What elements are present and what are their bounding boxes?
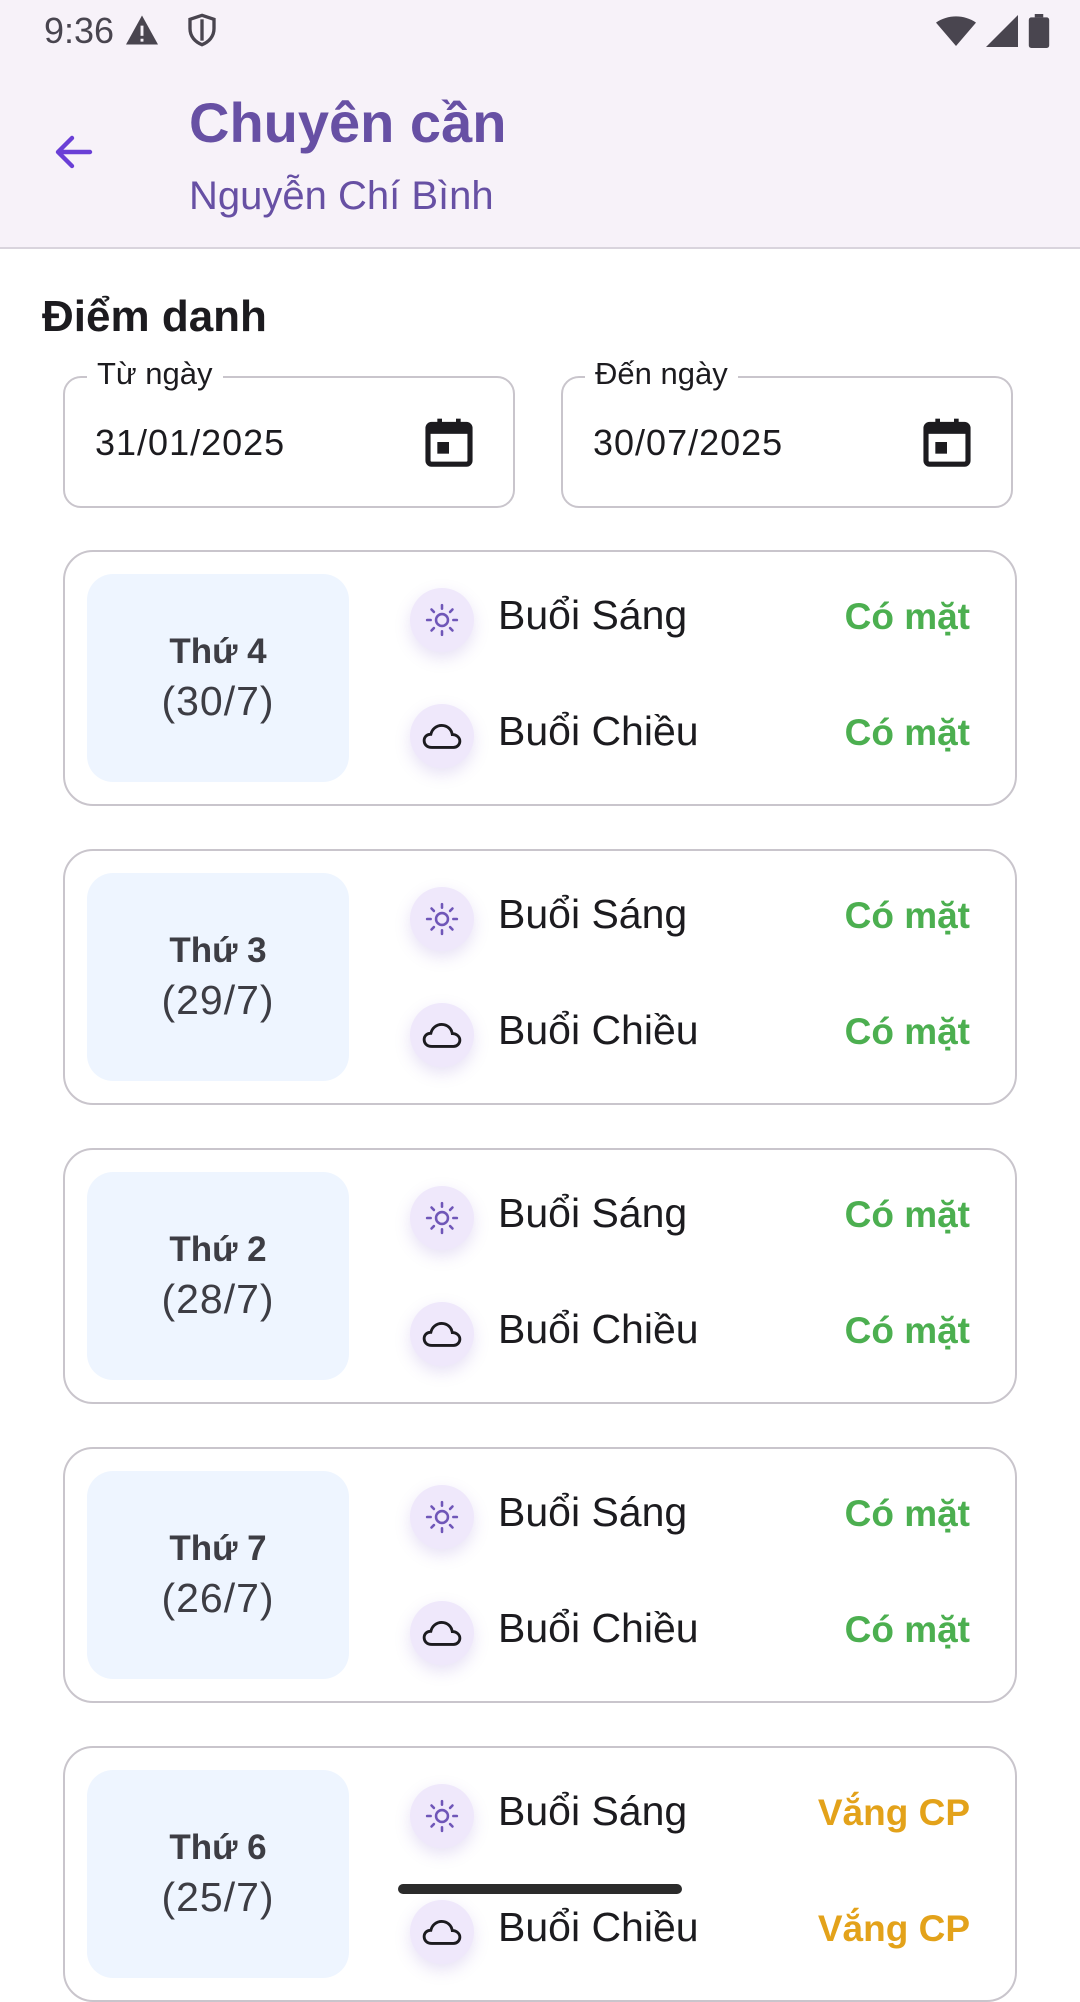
shield-icon [186, 12, 218, 53]
sun-icon [410, 1186, 474, 1250]
day-box: Thứ 4 (30/7) [87, 574, 349, 782]
home-indicator[interactable] [398, 1884, 682, 1894]
session-label: Buổi Sáng [498, 1489, 688, 1535]
to-date-field[interactable]: Đến ngày 30/07/2025 [561, 356, 1013, 508]
from-date-label: Từ ngày [87, 356, 223, 392]
sun-icon [410, 1784, 474, 1848]
day-box: Thứ 2 (28/7) [87, 1172, 349, 1380]
cloud-icon [410, 704, 474, 768]
day-box: Thứ 6 (25/7) [87, 1770, 349, 1978]
sun-icon [410, 588, 474, 652]
status-text: Vắng CP [817, 1792, 970, 1833]
morning-session: Buổi Sáng Có mặt [410, 582, 990, 662]
attendance-card: Thứ 4 (30/7) Buổi Sáng Có mặt Buổi Chiều… [63, 550, 1017, 806]
status-icons [936, 14, 1050, 53]
morning-session: Buổi Sáng Có mặt [410, 1479, 990, 1559]
session-label: Buổi Chiều [498, 1904, 699, 1950]
cloud-icon [410, 1003, 474, 1067]
back-button[interactable] [44, 122, 104, 182]
day-date: (25/7) [161, 1873, 275, 1920]
from-date-field[interactable]: Từ ngày 31/01/2025 [63, 356, 515, 508]
cloud-icon [410, 1601, 474, 1665]
status-time: 9:36 [44, 10, 115, 51]
day-date: (29/7) [161, 976, 275, 1023]
app-bar: Chuyên cần Nguyễn Chí Bình [0, 62, 1080, 249]
section-title: Điểm danh [42, 292, 267, 341]
day-box: Thứ 3 (29/7) [87, 873, 349, 1081]
session-label: Buổi Sáng [498, 891, 688, 937]
morning-session: Buổi Sáng Vắng CP [410, 1778, 990, 1858]
status-text: Có mặt [844, 1609, 970, 1650]
day-date: (26/7) [161, 1574, 275, 1621]
cloud-icon [410, 1302, 474, 1366]
afternoon-session: Buổi Chiều Vắng CP [410, 1894, 990, 1974]
wifi-icon [936, 15, 976, 52]
status-bar: 9:36 [0, 0, 1080, 62]
status-text: Có mặt [844, 596, 970, 637]
student-name: Nguyễn Chí Bình [189, 174, 494, 218]
attendance-card: Thứ 7 (26/7) Buổi Sáng Có mặt Buổi Chiều… [63, 1447, 1017, 1703]
morning-session: Buổi Sáng Có mặt [410, 881, 990, 961]
morning-session: Buổi Sáng Có mặt [410, 1180, 990, 1260]
day-name: Thứ 6 [169, 1827, 267, 1867]
status-text: Có mặt [844, 1194, 970, 1235]
day-box: Thứ 7 (26/7) [87, 1471, 349, 1679]
day-date: (30/7) [161, 677, 275, 724]
arrow-back-icon [55, 135, 93, 169]
status-text: Có mặt [844, 895, 970, 936]
afternoon-session: Buổi Chiều Có mặt [410, 1296, 990, 1376]
page-title: Chuyên cần [189, 91, 507, 154]
cellular-signal-icon [986, 15, 1018, 52]
to-date-value: 30/07/2025 [593, 422, 784, 463]
attendance-card: Thứ 2 (28/7) Buổi Sáng Có mặt Buổi Chiều… [63, 1148, 1017, 1404]
status-text: Vắng CP [817, 1908, 970, 1949]
day-date: (28/7) [161, 1275, 275, 1322]
day-name: Thứ 2 [169, 1229, 267, 1269]
attendance-card: Thứ 3 (29/7) Buổi Sáng Có mặt Buổi Chiều… [63, 849, 1017, 1105]
session-label: Buổi Sáng [498, 1788, 688, 1834]
cloud-icon [410, 1900, 474, 1964]
from-date-value: 31/01/2025 [95, 422, 286, 463]
warning-icon [124, 14, 160, 51]
calendar-icon[interactable] [421, 414, 477, 475]
afternoon-session: Buổi Chiều Có mặt [410, 1595, 990, 1675]
to-date-label: Đến ngày [585, 356, 738, 392]
day-name: Thứ 7 [169, 1528, 267, 1568]
session-label: Buổi Sáng [498, 1190, 688, 1236]
day-name: Thứ 3 [169, 930, 267, 970]
status-text: Có mặt [844, 712, 970, 753]
status-text: Có mặt [844, 1011, 970, 1052]
sun-icon [410, 1485, 474, 1549]
calendar-icon[interactable] [919, 414, 975, 475]
session-label: Buổi Chiều [498, 1605, 699, 1651]
status-text: Có mặt [844, 1310, 970, 1351]
sun-icon [410, 887, 474, 951]
afternoon-session: Buổi Chiều Có mặt [410, 997, 990, 1077]
battery-icon [1028, 14, 1050, 53]
day-name: Thứ 4 [169, 631, 267, 671]
status-text: Có mặt [844, 1493, 970, 1534]
session-label: Buổi Chiều [498, 708, 699, 754]
attendance-card: Thứ 6 (25/7) Buổi Sáng Vắng CP Buổi Chiề… [63, 1746, 1017, 2002]
session-label: Buổi Sáng [498, 592, 688, 638]
afternoon-session: Buổi Chiều Có mặt [410, 698, 990, 778]
session-label: Buổi Chiều [498, 1306, 699, 1352]
session-label: Buổi Chiều [498, 1007, 699, 1053]
